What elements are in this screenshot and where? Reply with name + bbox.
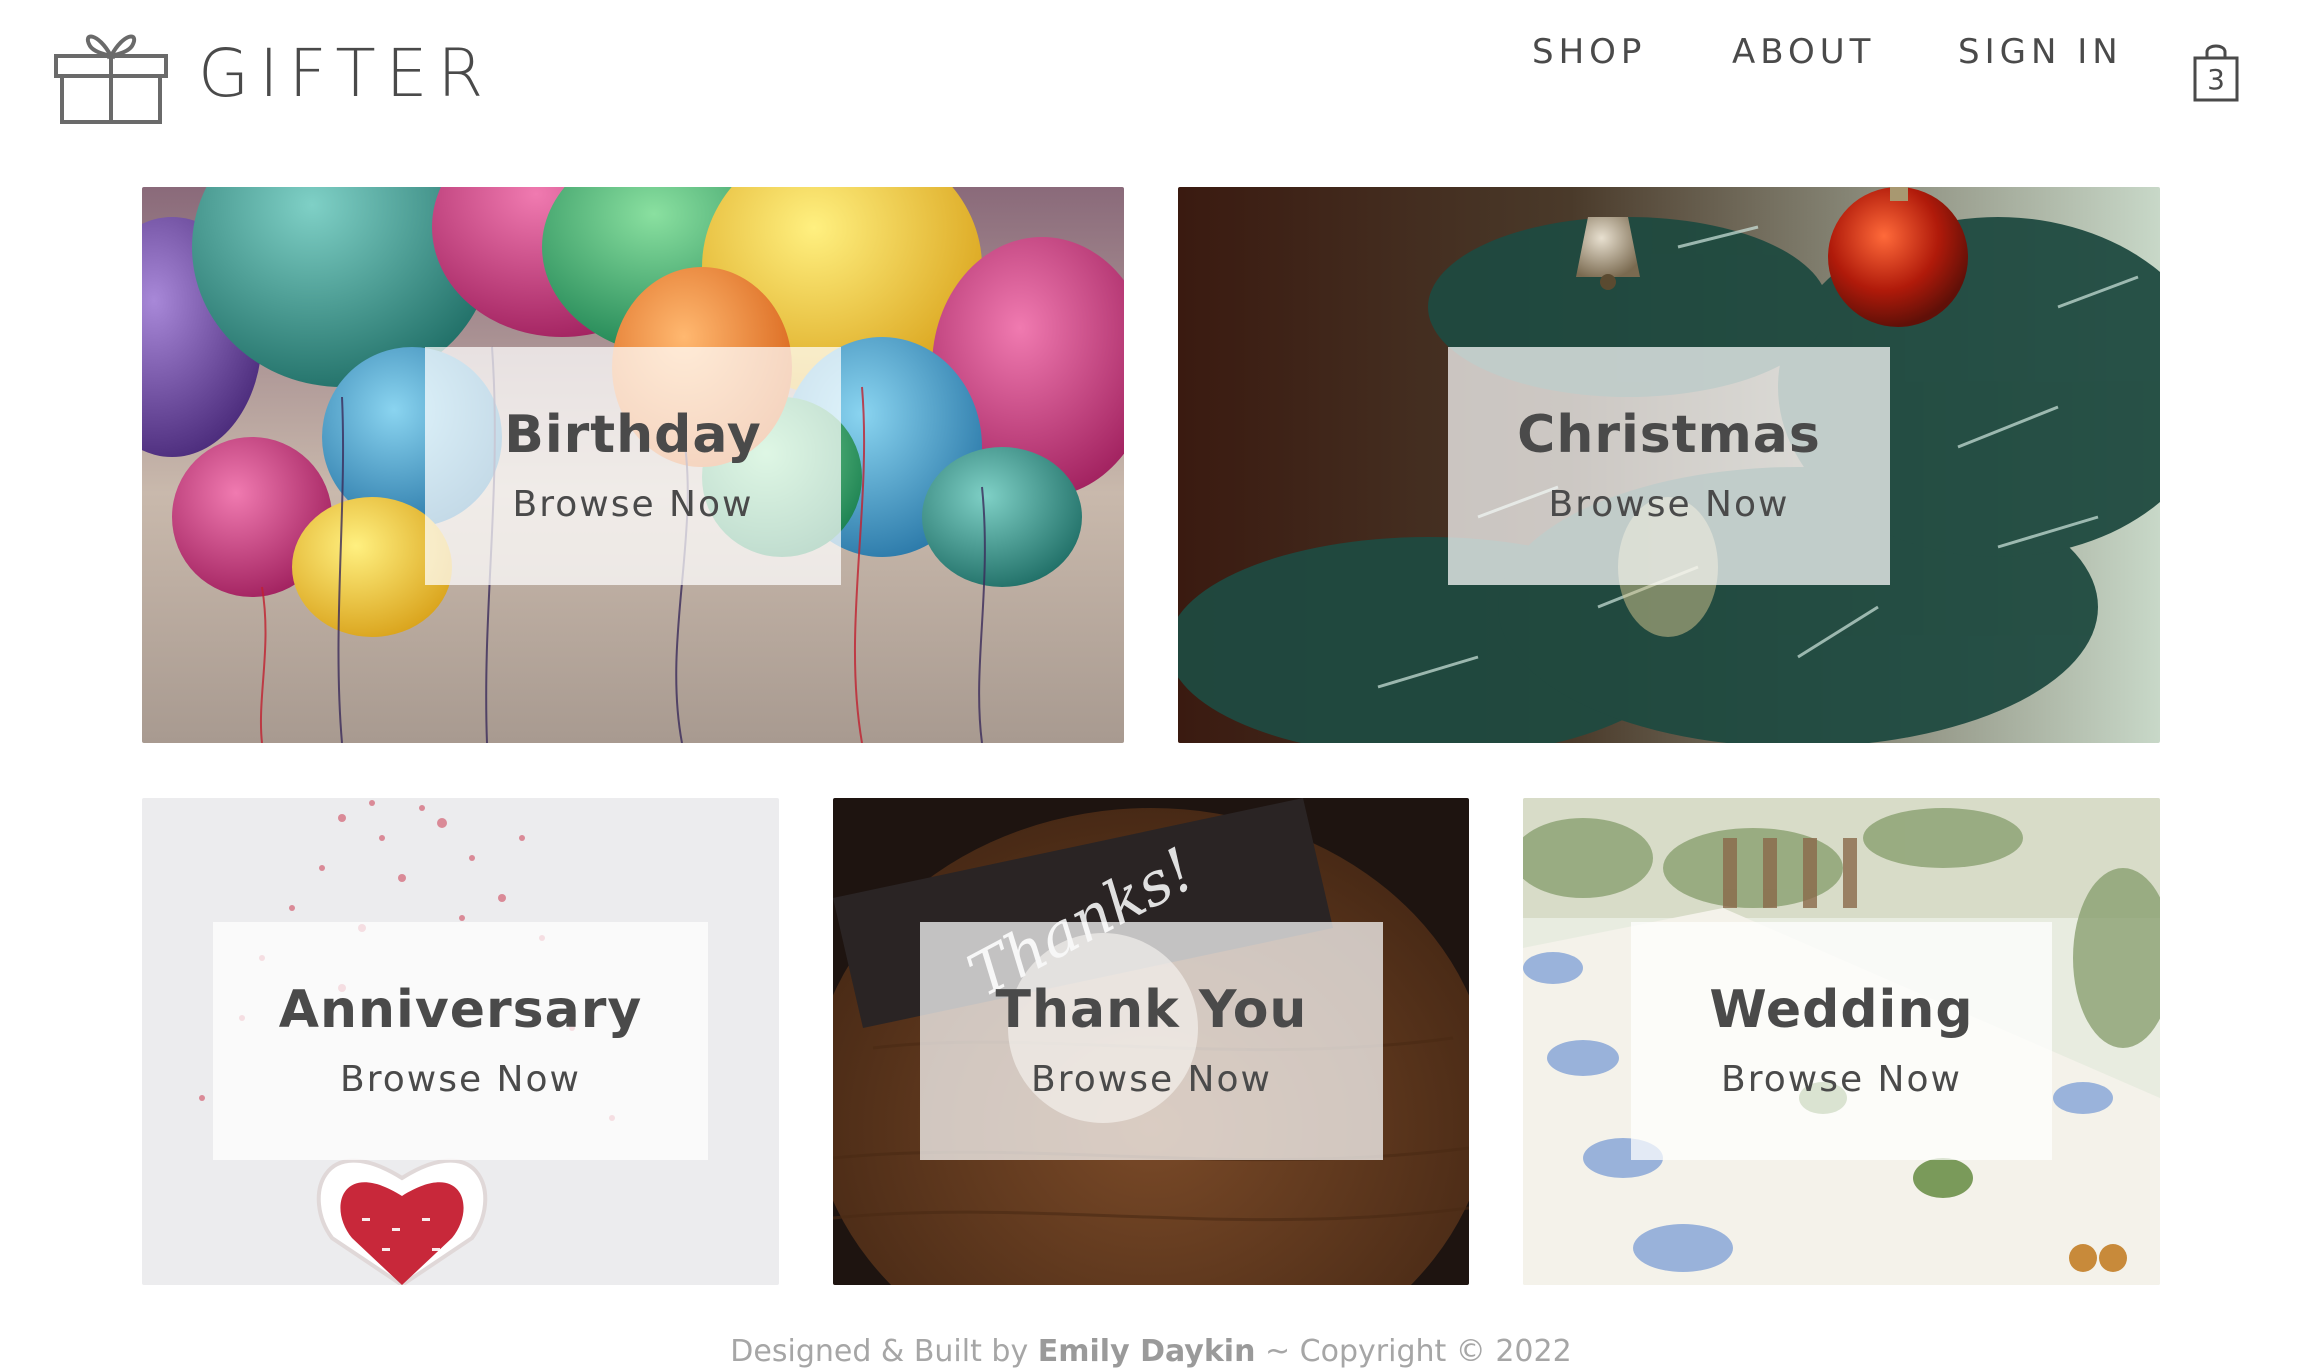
category-title: Birthday	[504, 405, 762, 465]
category-title: Thank You	[995, 980, 1308, 1040]
nav-about-link[interactable]: ABOUT	[1732, 35, 1875, 69]
category-overlay: Anniversary Browse Now	[213, 922, 708, 1160]
category-card-thank-you[interactable]: Thanks! Thank You Browse Now	[833, 798, 1469, 1285]
category-overlay: Thank You Browse Now	[920, 922, 1383, 1160]
category-card-birthday[interactable]: Birthday Browse Now	[142, 187, 1124, 743]
gift-box-icon	[54, 34, 168, 124]
cart-count-badge: 3	[2207, 63, 2225, 96]
nav-shop-link[interactable]: SHOP	[1532, 35, 1646, 69]
brand-logo-link[interactable]: GIFTER	[52, 22, 493, 126]
category-card-christmas[interactable]: Christmas Browse Now	[1178, 187, 2160, 743]
footer-credit-prefix: Designed & Built by	[730, 1334, 1029, 1369]
footer-author-link[interactable]: Emily Daykin	[1038, 1334, 1256, 1369]
browse-now-link[interactable]: Browse Now	[340, 1062, 581, 1098]
cart-button[interactable]: 3	[2192, 40, 2240, 104]
brand-name: GIFTER	[198, 35, 494, 112]
category-title: Wedding	[1709, 980, 1974, 1040]
site-footer: Designed & Built by Emily Daykin ~ Copyr…	[0, 1337, 2302, 1367]
nav-sign-in-link[interactable]: SIGN IN	[1958, 35, 2123, 69]
browse-now-link[interactable]: Browse Now	[1549, 487, 1790, 523]
footer-copyright: ~ Copyright © 2022	[1265, 1334, 1572, 1369]
category-title: Anniversary	[278, 980, 643, 1040]
category-title: Christmas	[1517, 405, 1821, 465]
site-header: GIFTER SHOP ABOUT SIGN IN 3	[0, 0, 2302, 150]
category-overlay: Wedding Browse Now	[1631, 922, 2052, 1160]
browse-now-link[interactable]: Browse Now	[1721, 1062, 1962, 1098]
browse-now-link[interactable]: Browse Now	[513, 487, 754, 523]
category-overlay: Birthday Browse Now	[425, 347, 841, 585]
browse-now-link[interactable]: Browse Now	[1031, 1062, 1272, 1098]
category-overlay: Christmas Browse Now	[1448, 347, 1890, 585]
category-card-anniversary[interactable]: Anniversary Browse Now	[142, 798, 779, 1285]
category-card-wedding[interactable]: Wedding Browse Now	[1523, 798, 2160, 1285]
